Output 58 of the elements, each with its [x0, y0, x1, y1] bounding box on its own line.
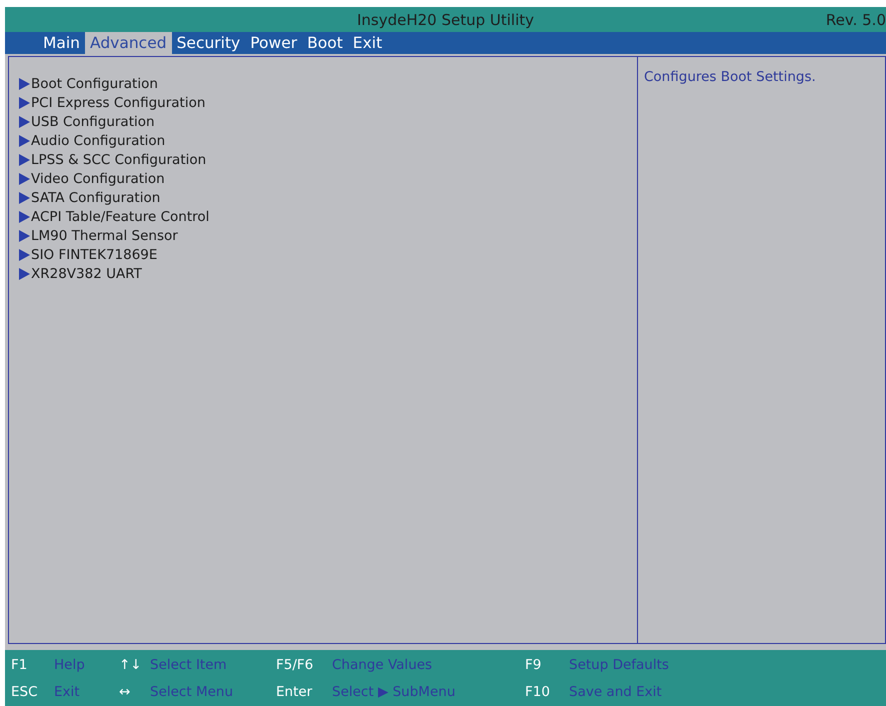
key-label: F5/F6	[276, 656, 314, 672]
key-label: ↑↓	[119, 656, 143, 672]
revision-label: Rev. 5.0	[826, 11, 886, 29]
submenu-label: USB Configuration	[31, 114, 155, 130]
submenu-item[interactable]: XR28V382 UART	[19, 264, 637, 283]
key-action: Select Menu	[150, 684, 234, 700]
submenu-label: PCI Express Configuration	[31, 94, 206, 110]
key-action: Help	[54, 656, 86, 672]
triangle-icon	[19, 192, 30, 204]
triangle-icon	[19, 268, 30, 280]
menu-tab[interactable]: Main	[38, 32, 86, 54]
menu-tab[interactable]: Boot	[302, 32, 348, 54]
key-action: Change Values	[332, 656, 434, 672]
window-title: InsydeH20 Setup Utility	[356, 10, 534, 28]
key-action: Exit	[54, 684, 81, 700]
triangle-icon	[19, 96, 30, 108]
menu-tab[interactable]: Advanced	[85, 32, 172, 54]
triangle-icon	[19, 172, 30, 184]
submenu-label: Audio Configuration	[31, 132, 166, 148]
submenu-label: LM90 Thermal Sensor	[31, 228, 178, 244]
submenu-label: Boot Configuration	[31, 76, 158, 92]
submenu-label: XR28V382 UART	[31, 266, 142, 282]
menu-tab[interactable]: Security	[172, 32, 246, 54]
submenu-label: SIO FINTEK71869E	[31, 246, 158, 262]
key-action: Select Item	[150, 656, 228, 672]
submenu-label: SATA Configuration	[31, 190, 160, 206]
triangle-icon	[19, 134, 30, 146]
key-action: Save and Exit	[569, 684, 663, 700]
submenu-label: LPSS & SCC Configuration	[31, 152, 206, 168]
submenu-item[interactable]: USB Configuration	[19, 112, 637, 131]
triangle-icon	[19, 154, 30, 166]
key-action: Setup Defaults	[569, 656, 670, 672]
key-label: ↔	[119, 684, 132, 700]
help-text: Configures Boot Settings.	[644, 69, 816, 85]
submenu-item[interactable]: LM90 Thermal Sensor	[19, 226, 637, 245]
submenu-label: ACPI Table/Feature Control	[31, 208, 210, 224]
triangle-icon	[19, 230, 30, 242]
triangle-icon	[19, 210, 30, 222]
submenu-label: Video Configuration	[31, 170, 165, 186]
submenu-item[interactable]: SIO FINTEK71869E	[19, 245, 637, 264]
key-label: F1	[11, 656, 28, 672]
submenu-item[interactable]: ACPI Table/Feature Control	[19, 207, 637, 226]
triangle-icon	[19, 248, 30, 260]
submenu-item[interactable]: PCI Express Configuration	[19, 93, 637, 112]
triangle-icon	[19, 78, 30, 90]
submenu-item[interactable]: LPSS & SCC Configuration	[19, 150, 637, 169]
triangle-icon	[19, 116, 30, 128]
key-label: F10	[525, 684, 551, 700]
submenu-item[interactable]: SATA Configuration	[19, 188, 637, 207]
key-label: Enter	[276, 684, 314, 700]
submenu-item[interactable]: Audio Configuration	[19, 131, 637, 150]
key-label: ESC	[11, 684, 39, 700]
menu-tab[interactable]: Exit	[348, 32, 388, 54]
key-action: Select ▶ SubMenu	[332, 684, 456, 700]
menu-tab[interactable]: Power	[245, 32, 302, 54]
submenu-item[interactable]: Video Configuration	[19, 169, 637, 188]
submenu-item[interactable]: Boot Configuration	[19, 74, 637, 93]
key-label: F9	[525, 656, 542, 672]
